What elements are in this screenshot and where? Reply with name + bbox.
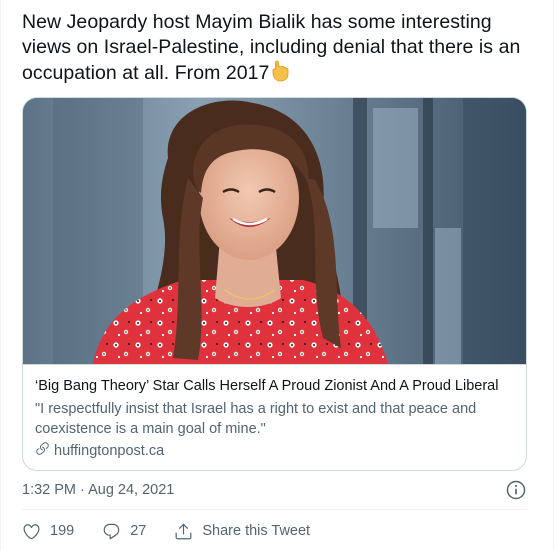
divider — [22, 509, 527, 510]
share-icon — [174, 522, 193, 541]
info-icon[interactable] — [505, 479, 527, 501]
link-icon — [35, 441, 50, 462]
like-count: 199 — [50, 523, 75, 539]
reply-button[interactable]: 27 — [102, 522, 146, 541]
card-domain-label[interactable]: huffingtonpost.ca — [54, 442, 164, 461]
card-image[interactable] — [23, 98, 526, 364]
tweet-timestamp[interactable]: 1:32 PM · Aug 24, 2021 — [22, 481, 174, 500]
pointing-down-emoji-icon — [271, 60, 291, 89]
card-domain[interactable]: huffingtonpost.ca — [35, 441, 164, 462]
link-card[interactable]: ‘Big Bang Theory’ Star Calls Herself A P… — [22, 97, 527, 471]
reply-icon — [102, 522, 121, 541]
tweet: New Jeopardy host Mayim Bialik has some … — [0, 0, 554, 550]
card-description: "I respectfully insist that Israel has a… — [35, 401, 477, 437]
tweet-text: New Jeopardy host Mayim Bialik has some … — [22, 10, 537, 89]
share-label[interactable]: Share this Tweet — [202, 523, 310, 539]
card-body[interactable]: ‘Big Bang Theory’ Star Calls Herself A P… — [23, 364, 526, 470]
heart-icon — [22, 522, 41, 541]
share-button[interactable]: Share this Tweet — [174, 522, 310, 541]
reply-count: 27 — [130, 523, 147, 539]
tweet-actions: 199 27 Share this Tweet — [22, 520, 310, 542]
like-button[interactable]: 199 — [22, 522, 74, 541]
card-title[interactable]: ‘Big Bang Theory’ Star Calls Herself A P… — [35, 377, 498, 396]
